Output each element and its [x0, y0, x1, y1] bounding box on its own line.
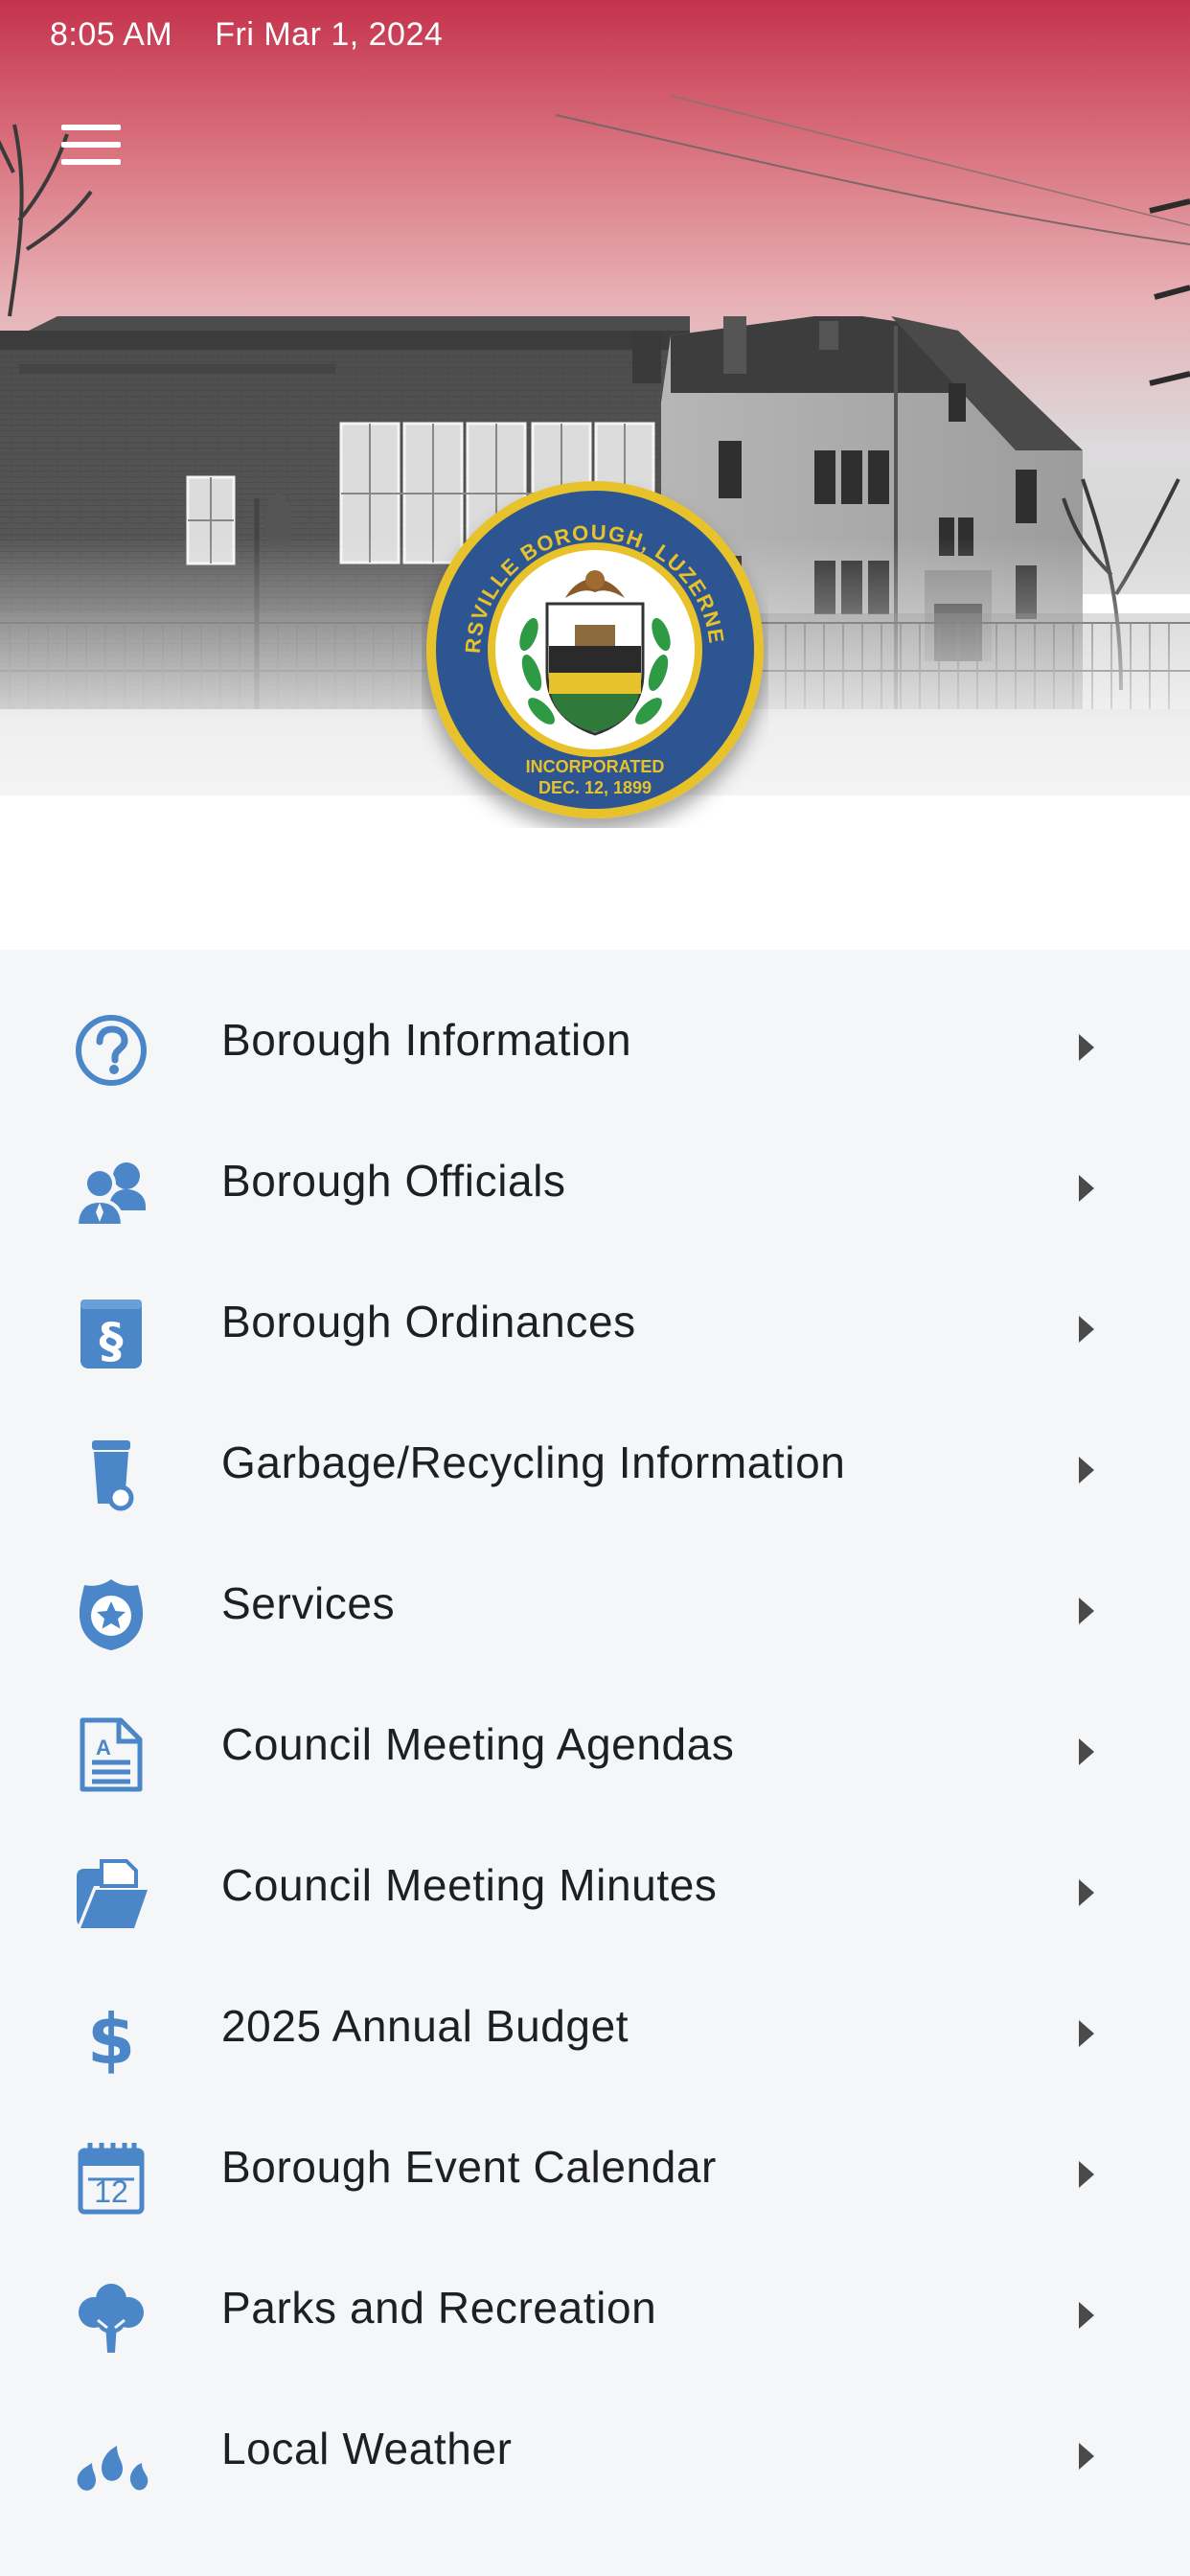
menu-item-label: Parks and Recreation [221, 2283, 657, 2333]
menu-item-borough-officials[interactable]: Borough Officials [0, 1119, 1190, 1260]
seal-incorporated-text: INCORPORATED [526, 757, 665, 776]
menu-item-borough-ordinances[interactable]: § Borough Ordinances [0, 1260, 1190, 1401]
menu-item-label: Council Meeting Minutes [221, 1860, 718, 1910]
status-bar: 8:05 AM Fri Mar 1, 2024 [50, 13, 443, 56]
menu-item-local-weather[interactable]: Local Weather [0, 2387, 1190, 2528]
svg-text:$: $ [87, 1999, 135, 2075]
menu-item-label: Council Meeting Agendas [221, 1719, 735, 1769]
chevron-right-icon [1079, 2443, 1094, 2470]
borough-seal-logo: SWOYERSVILLE BOROUGH, LUZERNE CO., PA IN… [422, 481, 764, 818]
police-badge-icon [79, 1579, 144, 1650]
svg-text:A: A [96, 1736, 111, 1760]
chevron-right-icon [1079, 2302, 1094, 2329]
chevron-right-icon [1079, 1879, 1094, 1906]
trash-can-icon [92, 1440, 134, 1511]
chevron-right-icon [1079, 1175, 1094, 1202]
menu-item-label: Garbage/Recycling Information [221, 1438, 846, 1487]
chevron-right-icon [1079, 1316, 1094, 1343]
seal-date-text: DEC. 12, 1899 [538, 778, 652, 797]
menu-item-services[interactable]: Services [0, 1542, 1190, 1683]
tree-icon [79, 2284, 144, 2353]
main-menu-list: Borough Information Borough Officials § … [0, 950, 1190, 2576]
hamburger-menu-icon[interactable] [54, 113, 130, 176]
menu-item-borough-event-calendar[interactable]: 12 Borough Event Calendar [0, 2105, 1190, 2246]
raindrops-icon [77, 2446, 149, 2491]
menu-item-label: Services [221, 1578, 396, 1628]
chevron-right-icon [1079, 1738, 1094, 1765]
menu-item-label: Borough Ordinances [221, 1297, 636, 1346]
chevron-right-icon [1079, 1457, 1094, 1484]
header-banner: 8:05 AM Fri Mar 1, 2024 RSVILLE BOROUGH,… [0, 0, 1190, 950]
people-icon [74, 1162, 146, 1228]
menu-item-label: 2025 Annual Budget [221, 2001, 629, 2051]
chevron-right-icon [1079, 2161, 1094, 2188]
section-document-icon: § [80, 1300, 142, 1368]
menu-item-label: Borough Officials [221, 1156, 566, 1206]
menu-item-label: Local Weather [221, 2424, 513, 2473]
chevron-right-icon [1079, 1034, 1094, 1061]
open-folder-icon [77, 1859, 148, 1928]
status-date: Fri Mar 1, 2024 [215, 16, 444, 53]
menu-item-annual-budget[interactable]: $ 2025 Annual Budget [0, 1965, 1190, 2105]
menu-item-label: Borough Information [221, 1015, 632, 1065]
menu-item-council-meeting-agendas[interactable]: A Council Meeting Agendas [0, 1683, 1190, 1824]
menu-item-borough-information[interactable]: Borough Information [0, 978, 1190, 1119]
calendar-icon: 12 [78, 2143, 145, 2215]
app-screen: 8:05 AM Fri Mar 1, 2024 RSVILLE BOROUGH,… [0, 0, 1190, 2576]
agenda-document-icon: A [80, 1717, 143, 1792]
menu-item-council-meeting-minutes[interactable]: Council Meeting Minutes [0, 1824, 1190, 1965]
menu-item-parks-and-recreation[interactable]: Parks and Recreation [0, 2246, 1190, 2387]
status-time: 8:05 AM [50, 16, 173, 53]
chevron-right-icon [1079, 2020, 1094, 2047]
menu-item-garbage-recycling[interactable]: Garbage/Recycling Information [0, 1401, 1190, 1542]
chevron-right-icon [1079, 1598, 1094, 1624]
question-circle-icon [76, 1015, 147, 1086]
svg-text:§: § [100, 1313, 124, 1368]
dollar-icon: $ [87, 1999, 135, 2075]
menu-item-label: Borough Event Calendar [221, 2142, 717, 2192]
